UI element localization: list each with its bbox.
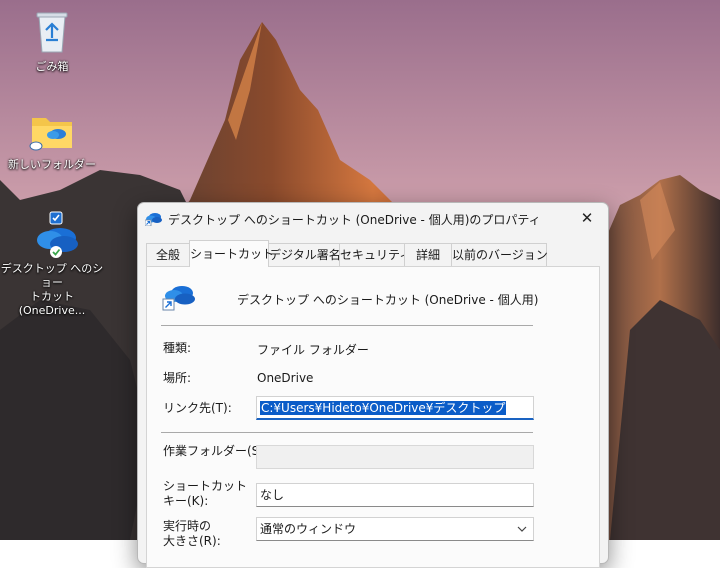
hotkey-input[interactable]: なし [256, 483, 534, 507]
location-label: 場所: [163, 371, 192, 385]
tab-shortcut[interactable]: ショートカット [189, 240, 274, 267]
location-value: OneDrive [257, 371, 314, 385]
close-button[interactable]: ✕ [572, 205, 602, 231]
run-size-label: 実行時の 大きさ(R): [163, 519, 221, 549]
target-selected-text: C:¥Users¥Hideto¥OneDrive¥デスクトップ [260, 401, 507, 415]
target-input[interactable]: C:¥Users¥Hideto¥OneDrive¥デスクトップ [256, 396, 534, 420]
onedrive-shortcut-icon [162, 281, 196, 314]
desktop-icon-label: ごみ箱 [35, 60, 69, 73]
type-label: 種類: [163, 341, 192, 355]
run-size-value: 通常のウィンドウ [260, 522, 357, 536]
hotkey-label-line1: ショートカット [163, 479, 248, 493]
tab-general[interactable]: 全般 [146, 243, 190, 266]
workdir-label: 作業フォルダー(S): [163, 444, 269, 458]
type-value: ファイル フォルダー [257, 343, 369, 357]
onedrive-icon [144, 210, 163, 229]
desktop-icon-label-line1: デスクトップ へのショー [0, 262, 104, 289]
desktop-icon-recycle-bin[interactable]: ごみ箱 [0, 8, 104, 74]
tab-security[interactable]: セキュリティ [339, 243, 411, 266]
run-size-label-line2: 大きさ(R): [163, 534, 221, 548]
onedrive-shortcut-icon [22, 210, 82, 260]
properties-dialog: デスクトップ へのショートカット (OneDrive - 個人用)のプロパティ … [137, 202, 609, 568]
chevron-down-icon [517, 518, 527, 540]
dialog-title: デスクトップ へのショートカット (OneDrive - 個人用)のプロパティ [168, 213, 541, 227]
run-size-select[interactable]: 通常のウィンドウ [256, 517, 534, 541]
title-bar[interactable]: デスクトップ へのショートカット (OneDrive - 個人用)のプロパティ … [138, 203, 608, 233]
hotkey-label: ショートカット キー(K): [163, 479, 247, 509]
close-icon: ✕ [580, 209, 594, 227]
hotkey-label-line2: キー(K): [163, 494, 209, 508]
desktop-icon-label-line2: トカット (OneDrive... [18, 290, 86, 317]
desktop-icon-onedrive-shortcut[interactable]: デスクトップ へのショー トカット (OneDrive... [0, 210, 104, 318]
tab-digital-signature[interactable]: デジタル署名 [268, 243, 341, 266]
divider [161, 432, 533, 433]
tab-details[interactable]: 詳細 [404, 243, 452, 266]
recycle-bin-icon [0, 8, 104, 58]
shortcut-panel: デスクトップ へのショートカット (OneDrive - 個人用) 種類: ファ… [146, 266, 600, 568]
desktop-icon-new-folder[interactable]: 新しいフォルダー [0, 112, 104, 172]
target-label: リンク先(T): [163, 401, 232, 415]
workdir-input[interactable] [256, 445, 534, 469]
tab-previous-versions[interactable]: 以前のバージョン [451, 243, 548, 266]
shortcut-name: デスクトップ へのショートカット (OneDrive - 個人用) [237, 293, 539, 307]
divider [161, 325, 533, 326]
run-size-label-line1: 実行時の [163, 519, 212, 533]
desktop-icon-label: 新しいフォルダー [8, 158, 96, 171]
folder-icon [0, 112, 104, 156]
